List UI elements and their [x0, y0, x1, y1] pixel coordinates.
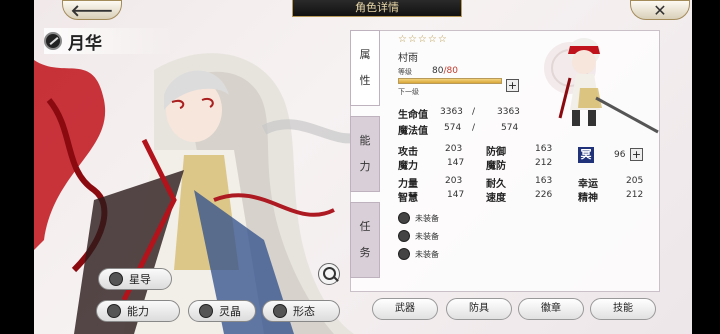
weapon-star-rating: ☆☆☆☆☆: [398, 34, 448, 45]
next-level-label: 下一级: [398, 88, 419, 96]
badge-icon: [398, 248, 410, 260]
tab-ability-char-1: 能: [359, 134, 371, 147]
stat-value: 205: [626, 176, 644, 186]
equipment-slot[interactable]: 未装备: [398, 230, 439, 242]
star-guide-button[interactable]: 星导: [98, 268, 172, 290]
form-icon: [273, 304, 287, 318]
level-progress-bar: [398, 78, 502, 84]
tab-tasks-char-1: 任: [359, 220, 371, 233]
character-portrait: [34, 53, 367, 334]
stat-name: 魔力: [398, 161, 418, 172]
mp-label: 魔法值: [398, 126, 428, 137]
level-label: 等级: [398, 68, 412, 76]
stat-value: 147: [447, 158, 465, 168]
close-button[interactable]: ✕: [630, 0, 690, 20]
tab-attributes-char-1: 属: [359, 48, 371, 61]
tab-ability-char-2: 力: [359, 160, 371, 173]
armor-tab-button[interactable]: 防具: [446, 298, 512, 320]
character-name: 月华: [68, 33, 102, 54]
level-value: 80/80: [432, 66, 458, 76]
badge-tab-button[interactable]: 徽章: [518, 298, 584, 320]
stat-name: 智慧: [398, 193, 418, 204]
stat-value: 163: [535, 176, 553, 186]
equipment-slot-label: 未装备: [415, 231, 439, 241]
right-letterbox: [692, 0, 720, 334]
rank-badge: 冥: [578, 147, 594, 163]
stat-value: 203: [445, 144, 463, 154]
back-arrow-icon: 🡐: [70, 1, 114, 20]
spirit-crystal-button[interactable]: 灵晶: [188, 300, 256, 322]
star-guide-label: 星导: [129, 273, 151, 286]
hp-max-value: 3363: [497, 107, 520, 117]
stat-name: 魔防: [486, 161, 506, 172]
stat-value: 147: [447, 190, 465, 200]
ability-button[interactable]: 能力: [96, 300, 180, 322]
game-screen: 🡐 角色详情 ✕ 月华 星导 能力 灵晶 形态 属 性 能 力 任 务 ☆☆☆☆…: [0, 0, 720, 334]
stat-name: 耐久: [486, 179, 506, 190]
sword-icon: [398, 212, 410, 224]
equipment-slot-label: 未装备: [415, 213, 439, 223]
tab-tasks-char-2: 务: [359, 246, 371, 259]
equipment-slot[interactable]: 未装备: [398, 248, 439, 260]
zoom-icon[interactable]: [318, 263, 340, 285]
equipment-slot[interactable]: 未装备: [398, 212, 439, 224]
page-title: 角色详情: [292, 0, 462, 17]
armor-icon: [398, 230, 410, 242]
stat-name: 力量: [398, 179, 418, 190]
mp-max-value: 574: [501, 123, 519, 133]
tab-tasks[interactable]: 任 务: [350, 202, 380, 278]
spirit-crystal-label: 灵晶: [219, 305, 241, 318]
skill-tab-button[interactable]: 技能: [590, 298, 656, 320]
stat-name: 速度: [486, 193, 506, 204]
form-label: 形态: [293, 305, 315, 318]
back-button[interactable]: 🡐: [62, 0, 122, 20]
weapon-name: 村雨: [398, 53, 418, 64]
hp-separator: /: [472, 107, 476, 117]
left-letterbox: [0, 0, 34, 334]
rank-value: 96: [614, 150, 626, 160]
mp-value: 574: [444, 123, 462, 133]
level-progress-fill: [399, 79, 501, 83]
level-current: 80: [432, 66, 444, 76]
element-icon: [44, 32, 62, 50]
stat-value: 203: [445, 176, 463, 186]
stat-name: 攻击: [398, 147, 418, 158]
tab-ability[interactable]: 能 力: [350, 116, 380, 192]
close-icon: ✕: [653, 0, 667, 20]
mp-separator: /: [472, 123, 476, 133]
star-guide-icon: [109, 272, 123, 286]
weapon-tab-button[interactable]: 武器: [372, 298, 438, 320]
level-up-plus-button[interactable]: +: [506, 79, 519, 92]
character-chibi-sprite: [544, 38, 659, 134]
hp-label: 生命值: [398, 110, 428, 121]
stat-name: 幸运: [578, 179, 598, 190]
ability-label: 能力: [127, 305, 149, 318]
hp-value: 3363: [440, 107, 463, 117]
stat-value: 212: [535, 158, 553, 168]
stat-value: 163: [535, 144, 553, 154]
tab-attributes[interactable]: 属 性: [350, 30, 380, 106]
equipment-slot-label: 未装备: [415, 249, 439, 259]
character-name-badge: 月华: [44, 28, 174, 54]
stat-value: 226: [535, 190, 553, 200]
rank-plus-button[interactable]: +: [630, 148, 643, 161]
tab-attributes-char-2: 性: [359, 74, 371, 87]
stat-value: 212: [626, 190, 644, 200]
stat-name: 防御: [486, 147, 506, 158]
level-max: 80: [446, 66, 458, 76]
stat-name: 精神: [578, 193, 598, 204]
spirit-crystal-icon: [199, 304, 213, 318]
form-button[interactable]: 形态: [262, 300, 340, 322]
ability-icon: [107, 304, 121, 318]
